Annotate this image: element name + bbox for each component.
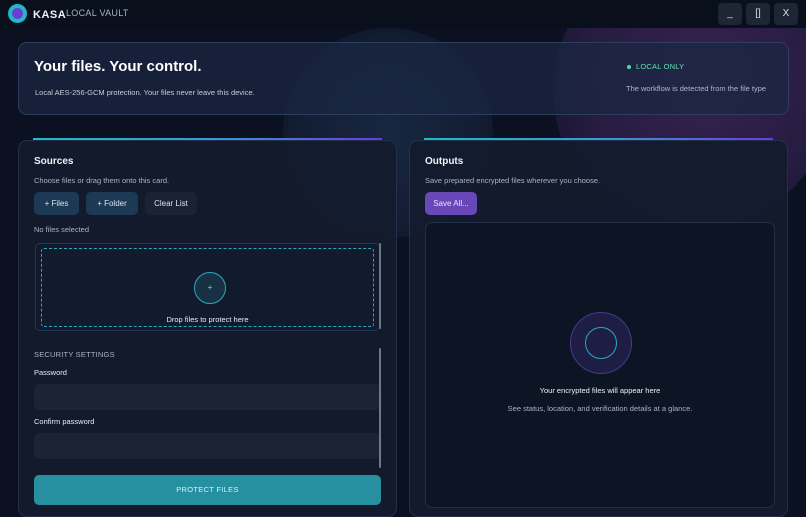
hero-description: Local AES-256-GCM protection. Your files…: [35, 88, 255, 97]
sources-card[interactable]: Sources Choose files or drag them onto t…: [18, 140, 397, 517]
badge-label: LOCAL ONLY: [636, 62, 685, 71]
file-status: No files selected: [34, 225, 90, 234]
outputs-title: Outputs: [425, 156, 464, 167]
sources-title: Sources: [34, 156, 74, 167]
clear-list-button[interactable]: Clear List: [145, 192, 197, 215]
dropzone-scrollbar[interactable]: [379, 243, 381, 329]
settings-scrollbar[interactable]: [379, 348, 381, 468]
title-bar: KASA LOCAL VAULT _ [] X: [0, 0, 806, 28]
plus-icon[interactable]: +: [194, 272, 226, 304]
app-subtitle: LOCAL VAULT: [66, 8, 129, 18]
local-only-badge: LOCAL ONLY: [627, 62, 684, 71]
save-all-button[interactable]: Save All...: [425, 192, 477, 215]
encrypted-files-icon: [570, 312, 632, 374]
dropzone-label: Drop files to protect here: [166, 315, 249, 324]
dropzone[interactable]: + Drop files to protect here: [41, 248, 374, 327]
outputs-card: Outputs Save prepared encrypted files wh…: [409, 140, 788, 517]
password-field[interactable]: [34, 384, 380, 410]
logo-icon: [8, 4, 27, 23]
outputs-accent-bar: [424, 138, 773, 140]
sources-subtitle: Choose files or drag them onto this card…: [34, 176, 170, 185]
outputs-list-panel: Your encrypted files will appear here Se…: [425, 222, 775, 508]
confirm-password-field[interactable]: [34, 433, 380, 459]
protect-files-button[interactable]: PROTECT FILES: [34, 475, 381, 505]
empty-state-subtitle: See status, location, and verification d…: [507, 404, 693, 413]
security-settings-heading: SECURITY SETTINGS: [34, 350, 115, 359]
status-dot-icon: [627, 65, 631, 70]
dropzone-container[interactable]: + Drop files to protect here: [35, 243, 380, 331]
hero-title: Your files. Your control.: [34, 58, 202, 75]
outputs-subtitle: Save prepared encrypted files wherever y…: [425, 176, 601, 185]
add-folder-button[interactable]: + Folder: [86, 192, 138, 215]
maximize-button[interactable]: []: [746, 3, 770, 25]
confirm-password-label: Confirm password: [34, 417, 95, 426]
add-files-button[interactable]: + Files: [34, 192, 79, 215]
close-button[interactable]: X: [774, 3, 798, 25]
app-name: KASA: [33, 9, 67, 21]
sources-accent-bar: [33, 138, 382, 140]
hero-banner: Your files. Your control. Local AES-256-…: [18, 42, 789, 115]
minimize-button[interactable]: _: [718, 3, 742, 25]
password-label: Password: [34, 368, 67, 377]
empty-state-title: Your encrypted files will appear here: [539, 386, 661, 395]
encrypted-files-icon-ring: [585, 327, 617, 359]
workflow-note: The workflow is detected from the file t…: [626, 84, 767, 93]
